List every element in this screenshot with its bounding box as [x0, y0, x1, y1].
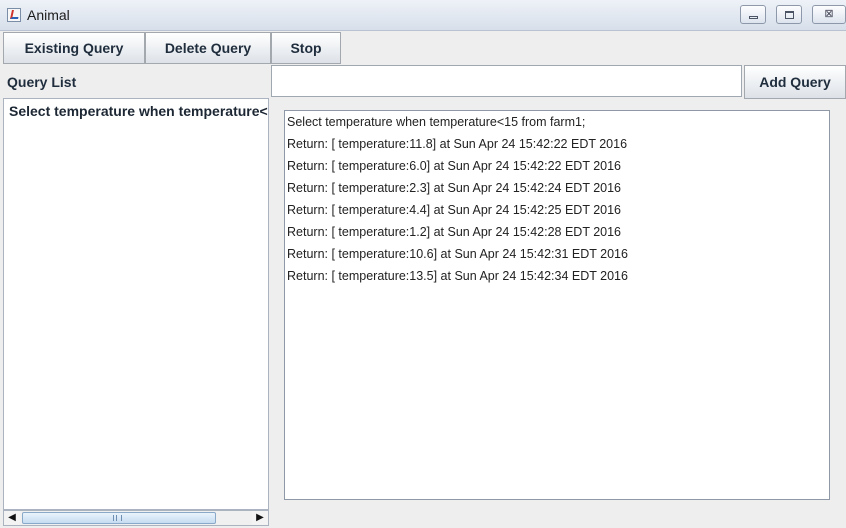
- result-line: Return: [ temperature:10.6] at Sun Apr 2…: [287, 247, 628, 261]
- add-query-button[interactable]: Add Query: [744, 65, 846, 99]
- query-input[interactable]: [271, 65, 742, 97]
- title-bar: Animal ⊠: [0, 0, 846, 31]
- existing-query-button[interactable]: Existing Query: [3, 32, 145, 64]
- query-list-label: Query List: [7, 74, 77, 90]
- window-title: Animal: [27, 7, 70, 23]
- grip-icon: [113, 515, 122, 521]
- result-line: Return: [ temperature:13.5] at Sun Apr 2…: [287, 269, 628, 283]
- stop-button[interactable]: Stop: [271, 32, 341, 64]
- minimize-button[interactable]: [740, 5, 766, 24]
- java-app-icon: [7, 8, 21, 22]
- list-item[interactable]: Select temperature when temperature<15 f…: [9, 103, 268, 119]
- result-line: Return: [ temperature:1.2] at Sun Apr 24…: [287, 225, 622, 239]
- maximize-icon: [785, 11, 794, 19]
- result-line: Return: [ temperature:11.8] at Sun Apr 2…: [287, 137, 628, 151]
- result-line: Select temperature when temperature<15 f…: [287, 115, 586, 129]
- minimize-icon: [749, 16, 758, 19]
- scroll-thumb[interactable]: [22, 512, 216, 524]
- query-list[interactable]: Select temperature when temperature<15 f…: [3, 98, 269, 510]
- scroll-right-icon[interactable]: ▶: [252, 511, 268, 525]
- result-line: Return: [ temperature:4.4] at Sun Apr 24…: [287, 203, 622, 217]
- horizontal-scrollbar[interactable]: ◀ ▶: [3, 510, 269, 526]
- maximize-button[interactable]: [776, 5, 802, 24]
- result-line: Return: [ temperature:2.3] at Sun Apr 24…: [287, 181, 622, 195]
- delete-query-button[interactable]: Delete Query: [145, 32, 271, 64]
- scroll-left-icon[interactable]: ◀: [4, 511, 20, 525]
- result-line: Return: [ temperature:6.0] at Sun Apr 24…: [287, 159, 622, 173]
- close-icon: ⊠: [824, 8, 834, 20]
- close-button[interactable]: ⊠: [812, 5, 846, 24]
- results-text-area[interactable]: Select temperature when temperature<15 f…: [284, 110, 830, 500]
